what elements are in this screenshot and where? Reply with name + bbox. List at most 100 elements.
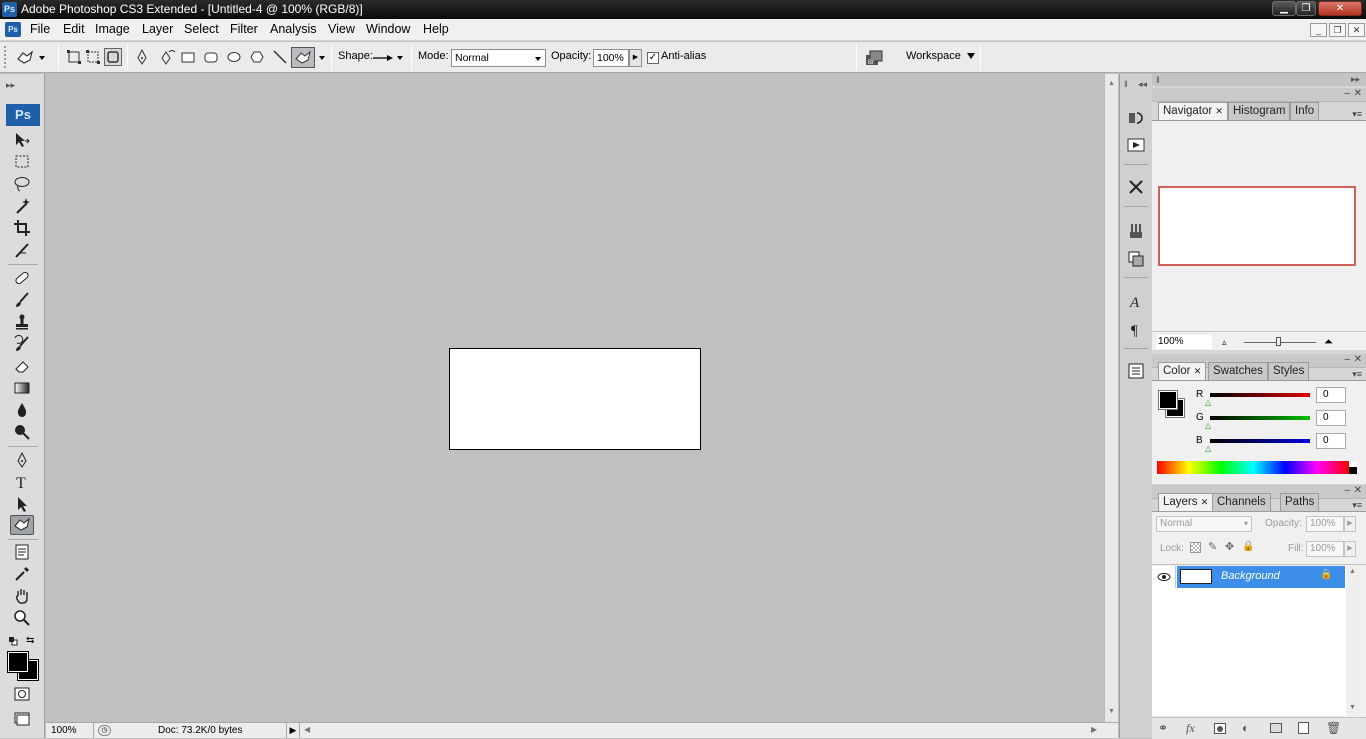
panels-grip[interactable]: ‖ <box>1156 75 1160 85</box>
tab-info[interactable]: Info <box>1290 102 1320 120</box>
custom-shape-tool-icon[interactable] <box>291 47 315 68</box>
tab-channels[interactable]: Channels <box>1212 493 1271 511</box>
close-tab-icon[interactable]: ✕ <box>1215 106 1223 116</box>
close-window-button[interactable]: ✕ <box>1318 1 1362 16</box>
path-selection-tool-icon[interactable] <box>10 494 34 514</box>
photoshop-app-icon[interactable]: Ps <box>2 2 17 17</box>
layer-row-background[interactable]: Background 🔒 <box>1177 566 1345 588</box>
document-close-button[interactable]: ✕ <box>1348 23 1365 37</box>
blue-slider-track[interactable] <box>1210 439 1310 443</box>
mode-select[interactable]: Normal <box>451 49 546 67</box>
slice-tool-icon[interactable] <box>10 240 34 260</box>
options-bar-grip[interactable] <box>4 46 13 68</box>
lock-transparency-icon[interactable] <box>1190 542 1201 553</box>
scroll-up-arrow-icon[interactable]: ▲ <box>1349 568 1356 575</box>
link-layers-icon[interactable]: ⚭ <box>1158 721 1168 735</box>
dock-collapse-icon[interactable]: ◂◂ <box>1138 79 1147 90</box>
panel-menu-icon[interactable]: ▾≡ <box>1352 500 1362 511</box>
opacity-slider-arrow-icon[interactable]: ▶ <box>1344 516 1356 532</box>
layer-style-icon[interactable]: fx <box>1186 721 1195 736</box>
fill-input[interactable]: 100% <box>1306 541 1344 557</box>
adjustment-layer-icon[interactable]: ◐ <box>1242 721 1249 735</box>
navigator-view-box[interactable] <box>1158 186 1356 266</box>
status-menu-arrow-icon[interactable]: ▶ <box>286 723 300 738</box>
eyedropper-tool-icon[interactable] <box>10 564 34 584</box>
gradient-tool-icon[interactable] <box>10 378 34 398</box>
green-slider-thumb[interactable]: △ <box>1205 421 1211 430</box>
ellipse-tool-icon[interactable] <box>226 49 242 65</box>
geometry-options-chevron-down-icon[interactable] <box>319 56 325 60</box>
scroll-left-arrow-icon[interactable]: ◀ <box>304 725 310 734</box>
pen-tool-icon[interactable] <box>134 49 150 65</box>
menu-select[interactable]: Select <box>184 22 219 36</box>
red-value-input[interactable]: 0 <box>1316 387 1346 403</box>
rounded-rectangle-tool-icon[interactable] <box>203 49 219 65</box>
scroll-down-arrow-icon[interactable]: ▼ <box>1108 708 1115 715</box>
clone-stamp-tool-icon[interactable] <box>10 312 34 332</box>
zoom-out-icon[interactable]: ▵ <box>1222 337 1227 348</box>
notes-tool-icon[interactable] <box>10 542 34 562</box>
tool-presets-panel-icon[interactable] <box>1125 177 1147 197</box>
zoom-level-field[interactable]: 100% <box>51 725 89 737</box>
minimize-panel-icon[interactable]: ‒ <box>1344 88 1350 99</box>
crop-tool-icon[interactable] <box>10 218 34 238</box>
layer-comps-panel-icon[interactable] <box>1125 361 1147 381</box>
actions-panel-icon[interactable] <box>1125 135 1147 155</box>
line-tool-icon[interactable] <box>272 49 288 65</box>
spot-healing-brush-tool-icon[interactable] <box>10 268 34 288</box>
brush-tool-icon[interactable] <box>10 290 34 310</box>
shape-layers-mode-icon[interactable] <box>66 49 82 65</box>
tab-histogram[interactable]: Histogram <box>1228 102 1291 120</box>
tab-navigator[interactable]: Navigator ✕ <box>1158 102 1228 120</box>
freeform-pen-tool-icon[interactable] <box>158 49 176 65</box>
polygon-tool-icon[interactable] <box>249 49 265 65</box>
character-panel-icon[interactable]: A <box>1125 291 1147 311</box>
menu-layer[interactable]: Layer <box>142 22 173 36</box>
hand-tool-icon[interactable] <box>10 586 34 606</box>
ps-logo[interactable]: Ps <box>6 104 40 126</box>
layer-opacity-input[interactable]: 100% <box>1306 516 1344 532</box>
tab-swatches[interactable]: Swatches <box>1208 362 1268 380</box>
close-tab-icon[interactable]: ✕ <box>1194 366 1202 376</box>
green-value-input[interactable]: 0 <box>1316 410 1346 426</box>
scroll-down-arrow-icon[interactable]: ▼ <box>1349 704 1356 711</box>
blend-mode-select[interactable]: Normal ▾ <box>1156 516 1252 532</box>
foreground-color-swatch[interactable] <box>1158 390 1178 410</box>
zoom-in-icon[interactable]: ⏶ <box>1324 336 1333 349</box>
layer-mask-icon[interactable] <box>1214 723 1226 734</box>
move-tool-icon[interactable] <box>10 130 34 150</box>
panel-menu-icon[interactable]: ▾≡ <box>1352 109 1362 120</box>
red-slider-track[interactable] <box>1210 393 1310 397</box>
blue-value-input[interactable]: 0 <box>1316 433 1346 449</box>
screen-mode-icon[interactable] <box>10 708 34 728</box>
version-cue-icon[interactable]: ◷ <box>98 725 111 736</box>
document-canvas[interactable] <box>449 348 701 450</box>
panel-menu-icon[interactable]: ▾≡ <box>1352 369 1362 380</box>
color-ramp[interactable] <box>1157 461 1349 474</box>
layers-scrollbar[interactable]: ▲ ▼ <box>1347 566 1359 716</box>
layer-visibility-toggle[interactable] <box>1152 566 1176 588</box>
menu-analysis[interactable]: Analysis <box>270 22 317 36</box>
foreground-color-swatch[interactable] <box>7 651 29 673</box>
document-restore-button[interactable]: ❐ <box>1329 23 1346 37</box>
restore-window-button[interactable]: ❐ <box>1296 1 1316 16</box>
green-slider-track[interactable] <box>1210 416 1310 420</box>
eraser-tool-icon[interactable] <box>10 356 34 376</box>
workspace-menu[interactable]: Workspace <box>906 50 975 62</box>
rectangle-tool-icon[interactable] <box>180 49 196 65</box>
vertical-scrollbar[interactable]: ▲ ▼ <box>1104 74 1118 722</box>
menu-file[interactable]: File <box>30 22 50 36</box>
red-slider-thumb[interactable]: △ <box>1205 398 1211 407</box>
close-tab-icon[interactable]: ✕ <box>1201 497 1209 507</box>
swap-colors-icon[interactable]: ⇆ <box>26 635 34 646</box>
tab-paths[interactable]: Paths <box>1280 493 1320 511</box>
menu-window[interactable]: Window <box>366 22 410 36</box>
zoom-tool-icon[interactable] <box>10 608 34 628</box>
delete-layer-icon[interactable]: 🗑 <box>1326 721 1341 735</box>
dodge-tool-icon[interactable] <box>10 422 34 442</box>
toolbox-collapse-icon[interactable]: ▸▸ <box>6 80 15 91</box>
document-minimize-button[interactable]: _ <box>1310 23 1327 37</box>
quick-mask-mode-icon[interactable] <box>10 684 34 704</box>
panels-expand-icon[interactable]: ▸▸ <box>1351 74 1360 85</box>
menu-image[interactable]: Image <box>95 22 130 36</box>
